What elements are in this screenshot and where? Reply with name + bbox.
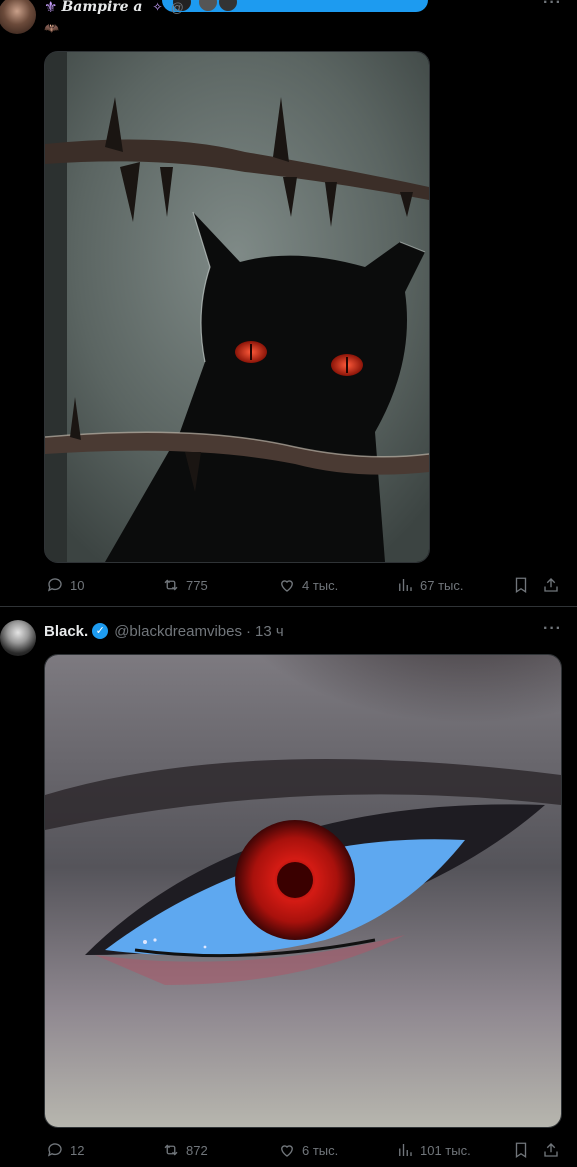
views-icon — [399, 1144, 412, 1156]
like-icon — [281, 1145, 293, 1157]
repost-button[interactable]: 872 — [162, 1141, 208, 1159]
views-count: 67 тыс. — [420, 577, 464, 593]
reply-count: 12 — [70, 1142, 85, 1158]
share-icon — [544, 578, 558, 592]
tweet-image[interactable] — [44, 654, 562, 1128]
author-display-name[interactable]: Bampire a — [61, 0, 142, 15]
like-count: 4 тыс. — [302, 577, 339, 593]
author-avatar[interactable] — [0, 620, 36, 656]
views-button[interactable]: 101 тыс. — [396, 1141, 471, 1159]
time-separator: · — [245, 622, 251, 640]
new-posts-pill[interactable] — [162, 0, 428, 12]
like-icon — [281, 580, 293, 592]
bookmark-button[interactable] — [512, 1141, 530, 1159]
bookmark-icon — [515, 577, 527, 594]
sparkle-icon: ✧ — [152, 0, 163, 14]
author-display-name[interactable]: Black. — [44, 623, 88, 640]
repost-count: 872 — [186, 1142, 208, 1158]
like-button[interactable]: 4 тыс. — [278, 576, 338, 594]
share-button[interactable] — [542, 1141, 560, 1159]
pill-avatar — [198, 0, 218, 12]
author-name-row: Black. ✓ @blackdreamvibes · 13 ч — [44, 621, 284, 641]
eye-image — [45, 655, 561, 1127]
views-count: 101 тыс. — [420, 1142, 471, 1158]
author-avatar[interactable] — [0, 0, 36, 34]
tweet-divider — [0, 606, 577, 607]
views-icon — [399, 579, 412, 591]
reply-count: 10 — [70, 577, 85, 593]
author-handle[interactable]: @ — [171, 0, 184, 15]
repost-count: 775 — [186, 577, 208, 593]
bat-emoji-icon: 🦇 — [44, 21, 59, 35]
author-handle[interactable]: @blackdreamvibes — [114, 623, 242, 640]
more-icon[interactable]: ··· — [543, 0, 562, 12]
tweet-image[interactable] — [44, 51, 430, 563]
repost-button[interactable]: 775 — [162, 576, 208, 594]
repost-icon — [164, 579, 178, 591]
bookmark-icon — [515, 1142, 527, 1159]
views-button[interactable]: 67 тыс. — [396, 576, 463, 594]
like-count: 6 тыс. — [302, 1142, 339, 1158]
verified-icon: ✓ — [92, 623, 109, 639]
author-name-row: ⚜ Bampire a ✧ @ — [44, 0, 184, 16]
like-button[interactable]: 6 тыс. — [278, 1141, 338, 1159]
fleur-icon: ⚜ — [44, 0, 58, 16]
bookmark-button[interactable] — [512, 576, 530, 594]
share-icon — [544, 1143, 558, 1157]
tweet-time[interactable]: 13 ч — [255, 623, 284, 640]
reply-button[interactable]: 10 — [46, 576, 84, 594]
cat-image — [45, 52, 429, 562]
more-icon[interactable]: ··· — [543, 620, 562, 638]
share-button[interactable] — [542, 576, 560, 594]
repost-icon — [164, 1144, 178, 1156]
reply-icon — [47, 1143, 62, 1157]
reply-icon — [47, 578, 62, 592]
reply-button[interactable]: 12 — [46, 1141, 84, 1159]
pill-avatar — [218, 0, 238, 12]
